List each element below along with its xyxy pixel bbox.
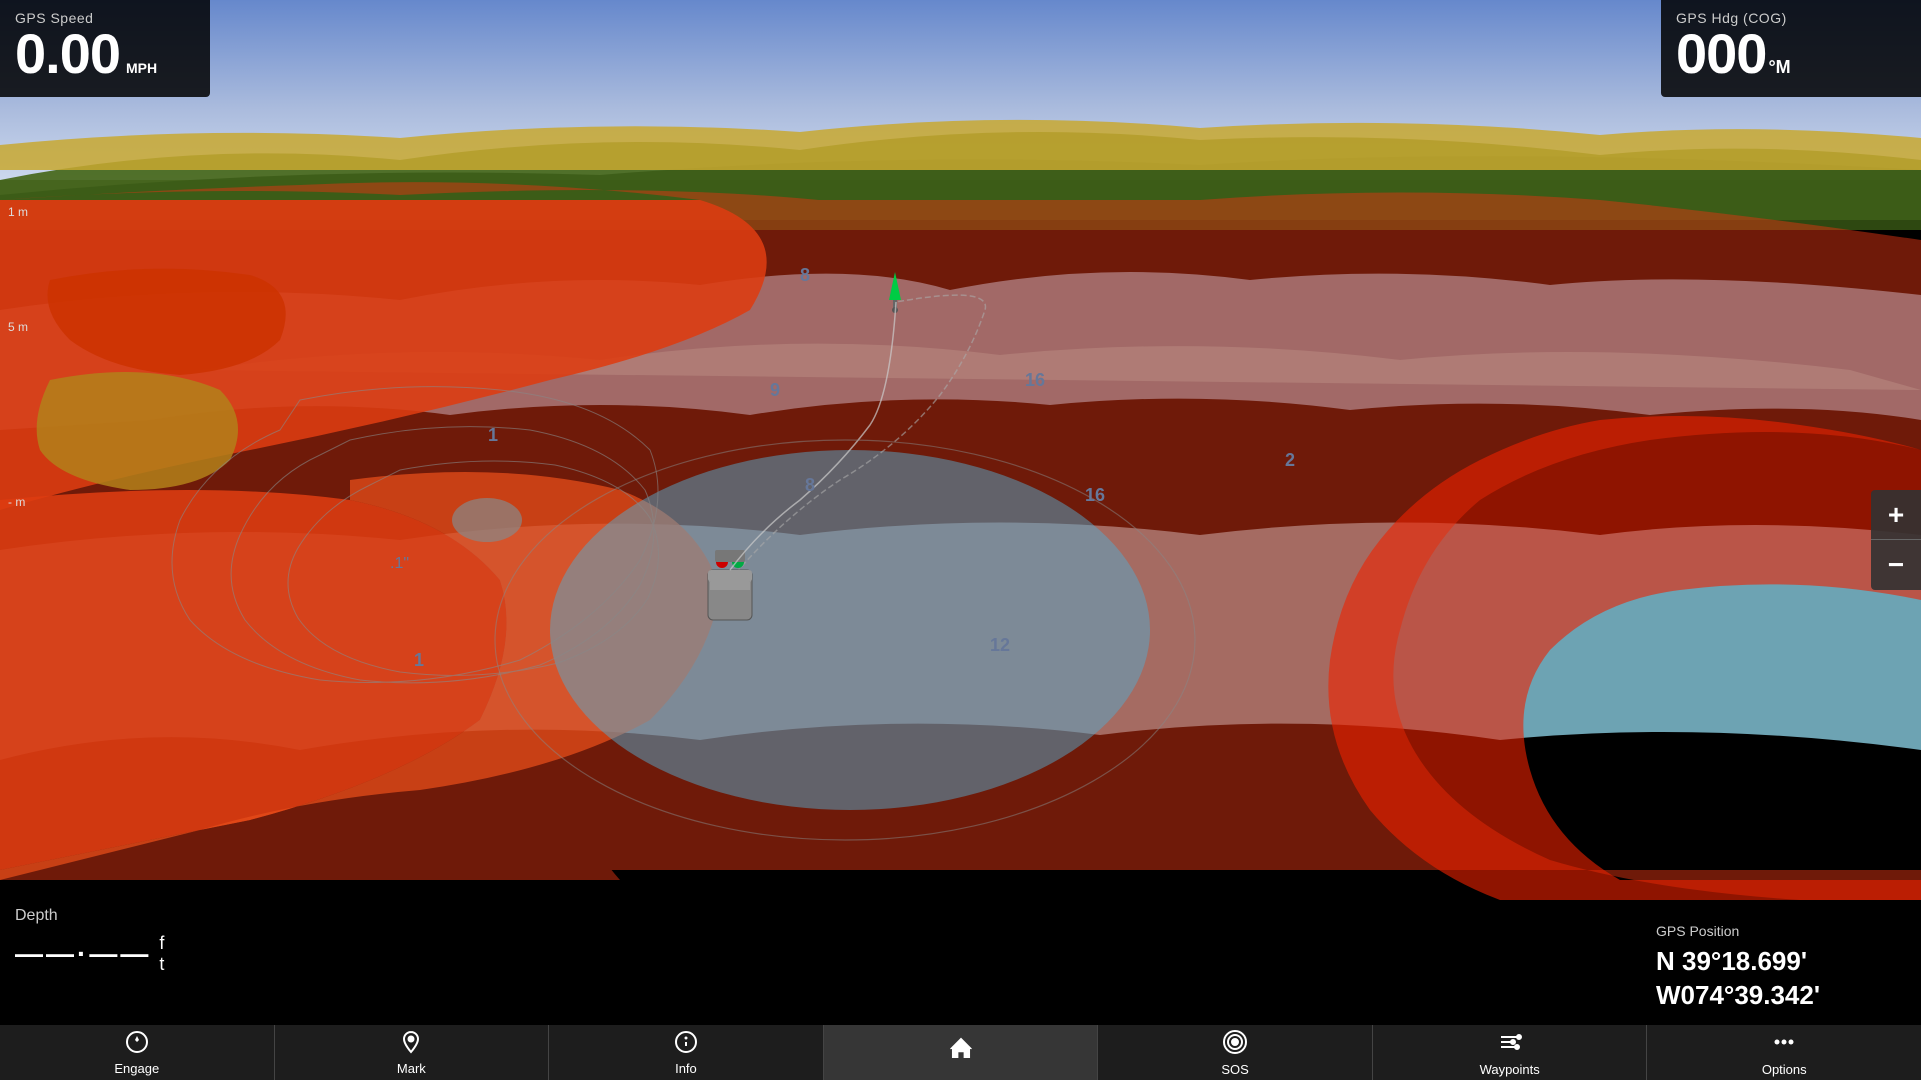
depth-unit-f: f — [159, 933, 164, 954]
depth-dashes: ——·—— — [15, 938, 151, 970]
info-label: Info — [675, 1061, 697, 1076]
depth-unit-t: t — [159, 954, 164, 975]
scale-1m: 1 m — [8, 205, 28, 219]
depth-16a: 16 — [1025, 370, 1045, 391]
mark-icon — [399, 1030, 423, 1058]
map-view[interactable] — [0, 0, 1921, 1080]
waypoints-icon — [1497, 1029, 1523, 1059]
gps-heading-value: 000 — [1676, 26, 1766, 82]
depth-8b: 8 — [800, 265, 810, 286]
depth-01: .1" — [390, 555, 409, 573]
depth-2: 2 — [1285, 450, 1295, 471]
gps-position-panel: GPS Position N 39°18.699' W074°39.342' — [1641, 911, 1921, 1025]
zoom-in-button[interactable]: + — [1871, 490, 1921, 540]
engage-icon — [125, 1030, 149, 1058]
scale-5m: 5 m — [8, 320, 28, 334]
depth-1a: 1 — [488, 425, 498, 446]
sos-label: SOS — [1221, 1062, 1248, 1077]
waypoints-label: Waypoints — [1480, 1062, 1540, 1077]
nav-home[interactable] — [824, 1025, 1099, 1080]
gps-position-lat: N 39°18.699' — [1656, 945, 1906, 979]
distant-fields — [0, 120, 1921, 170]
depth-panel: Depth ——·—— f t — [0, 895, 205, 1025]
info-icon — [674, 1030, 698, 1058]
rock-shoal — [452, 498, 522, 542]
depth-1b: 1 — [414, 650, 424, 671]
sos-icon — [1222, 1029, 1248, 1059]
scale-m: - m — [8, 495, 25, 509]
navigation-bar: Engage Mark Info — [0, 1025, 1921, 1080]
gps-position-label: GPS Position — [1656, 923, 1906, 939]
depth-16b: 16 — [1085, 485, 1105, 506]
depth-12: 12 — [990, 635, 1010, 656]
nav-engage[interactable]: Engage — [0, 1025, 275, 1080]
gps-heading-panel: GPS Hdg (COG) 000 °M — [1661, 0, 1921, 97]
deep-channel-ellipse — [550, 450, 1150, 810]
nav-options[interactable]: Options — [1647, 1025, 1921, 1080]
gps-heading-unit: °M — [1768, 57, 1790, 78]
nav-waypoints[interactable]: Waypoints — [1373, 1025, 1648, 1080]
engage-label: Engage — [114, 1061, 159, 1076]
options-icon — [1771, 1029, 1797, 1059]
zoom-out-button[interactable]: − — [1871, 540, 1921, 590]
home-icon — [947, 1035, 975, 1067]
nav-info[interactable]: Info — [549, 1025, 824, 1080]
depth-9: 9 — [770, 380, 780, 401]
nav-sos[interactable]: SOS — [1098, 1025, 1373, 1080]
gps-speed-unit-mph: MPH — [126, 60, 157, 76]
depth-8: 8 — [805, 475, 815, 496]
depth-label: Depth — [15, 907, 190, 925]
options-label: Options — [1762, 1062, 1807, 1077]
mark-label: Mark — [397, 1061, 426, 1076]
gps-speed-panel: GPS Speed 0.00 MPH — [0, 0, 210, 97]
zoom-controls: + − — [1871, 490, 1921, 590]
gps-position-lon: W074°39.342' — [1656, 979, 1906, 1013]
nav-mark[interactable]: Mark — [275, 1025, 550, 1080]
gps-speed-value: 0.00 — [15, 26, 120, 82]
